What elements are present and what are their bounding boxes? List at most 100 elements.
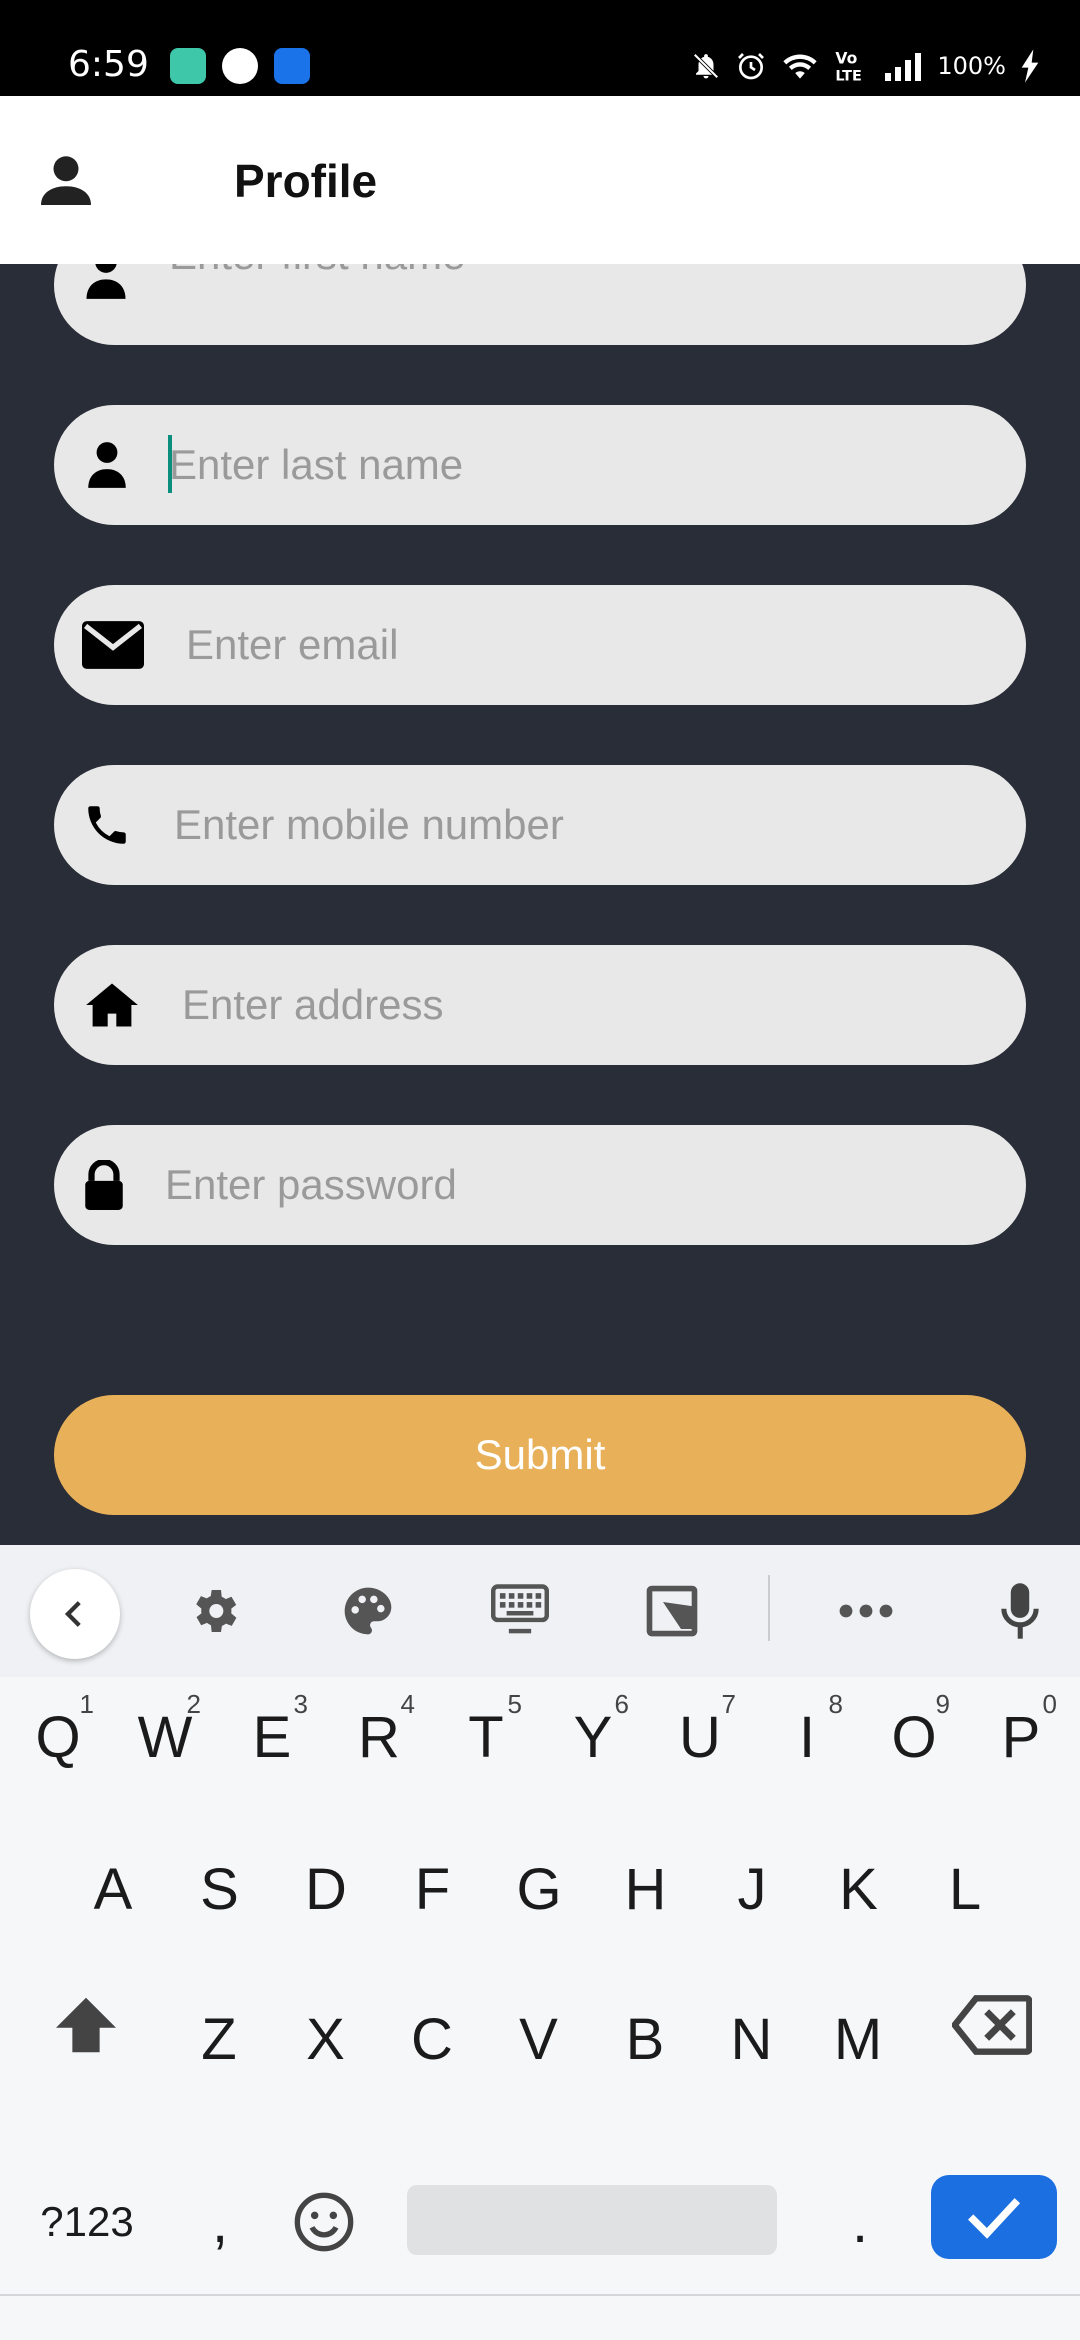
key-c[interactable]: C <box>382 1979 482 2099</box>
nav-divider <box>0 2294 1080 2296</box>
key-hint: 9 <box>935 1689 950 1719</box>
emoji-key[interactable] <box>274 2162 374 2282</box>
symbols-key[interactable]: ?123 <box>22 2162 152 2282</box>
email-input[interactable] <box>186 585 986 705</box>
key-label: I <box>798 1704 816 1770</box>
usb-icon <box>274 48 310 84</box>
key-q[interactable]: Q1 <box>8 1677 108 1797</box>
key-label: E <box>252 1704 292 1770</box>
email-field[interactable] <box>54 585 1026 705</box>
backspace-key[interactable] <box>942 1965 1042 2085</box>
key-hint: 8 <box>828 1689 843 1719</box>
key-g[interactable]: G <box>489 1829 589 1949</box>
address-field[interactable] <box>54 945 1026 1065</box>
key-hint: 7 <box>721 1689 736 1719</box>
lock-icon <box>85 1160 123 1210</box>
key-h[interactable]: H <box>596 1829 696 1949</box>
mobile-field[interactable] <box>54 765 1026 885</box>
key-hint: 2 <box>186 1689 201 1719</box>
mic-icon[interactable] <box>990 1581 1050 1641</box>
key-b[interactable]: B <box>595 1979 695 2099</box>
key-hint: 5 <box>507 1689 522 1719</box>
page-title: Profile <box>234 155 378 207</box>
key-label: W <box>137 1704 193 1770</box>
home-icon <box>86 983 138 1027</box>
key-o[interactable]: O9 <box>864 1677 964 1797</box>
palette-icon[interactable] <box>338 1581 398 1641</box>
key-j[interactable]: J <box>702 1829 802 1949</box>
key-label: Y <box>573 1704 613 1770</box>
key-a[interactable]: A <box>63 1829 163 1949</box>
key-hint: 6 <box>614 1689 629 1719</box>
wifi-icon <box>783 54 817 79</box>
status-icons: Vo LTE 100% <box>691 44 1040 88</box>
key-y[interactable]: Y6 <box>543 1677 643 1797</box>
last-name-field[interactable] <box>54 405 1026 525</box>
submit-button[interactable]: Submit <box>54 1395 1026 1515</box>
key-z[interactable]: Z <box>169 1979 269 2099</box>
mobile-input[interactable] <box>174 765 974 885</box>
address-input[interactable] <box>182 945 982 1065</box>
key-label: U <box>679 1704 721 1770</box>
keyboard-keys: ?123 , . Q1W2E3R4T5Y6U7I8O9P0ASDFGHJKLZX… <box>0 1677 1080 2340</box>
alarm-icon <box>738 53 765 80</box>
charging-icon <box>1021 49 1039 83</box>
phone-icon <box>88 806 126 844</box>
key-n[interactable]: N <box>702 1979 802 2099</box>
svg-text:LTE: LTE <box>836 68 862 84</box>
key-hint: 3 <box>293 1689 308 1719</box>
toolbar-divider <box>768 1575 770 1641</box>
key-p[interactable]: P0 <box>971 1677 1071 1797</box>
notifications-off-icon <box>693 53 719 79</box>
settings-icon[interactable] <box>184 1581 244 1641</box>
shift-key[interactable] <box>36 1965 136 2085</box>
last-name-input[interactable] <box>169 405 969 525</box>
key-label: P <box>1001 1704 1041 1770</box>
period-key[interactable]: . <box>810 2162 910 2282</box>
battery-level: 100% <box>937 52 1006 80</box>
more-icon[interactable] <box>836 1581 896 1641</box>
key-hint: 0 <box>1042 1689 1057 1719</box>
signal-icon <box>885 53 922 81</box>
key-label: T <box>468 1704 504 1770</box>
app-bar-content: Profile <box>0 96 1080 264</box>
password-field[interactable] <box>54 1125 1026 1245</box>
soft-keyboard: ?123 , . Q1W2E3R4T5Y6U7I8O9P0ASDFGHJKLZX… <box>0 1545 1080 2340</box>
key-e[interactable]: E3 <box>222 1677 322 1797</box>
key-s[interactable]: S <box>170 1829 270 1949</box>
key-label: Q <box>35 1704 81 1770</box>
key-l[interactable]: L <box>915 1829 1015 1949</box>
key-u[interactable]: U7 <box>650 1677 750 1797</box>
key-i[interactable]: I8 <box>757 1677 857 1797</box>
envelope-icon <box>82 621 144 669</box>
keyboard-icon[interactable] <box>490 1581 550 1641</box>
key-k[interactable]: K <box>809 1829 909 1949</box>
status-bar: 6:59 Vo LTE 100% <box>0 0 1080 96</box>
app-icon-green <box>170 48 206 84</box>
key-label: O <box>891 1704 937 1770</box>
status-time: 6:59 <box>68 44 149 85</box>
key-r[interactable]: R4 <box>329 1677 429 1797</box>
enter-key[interactable] <box>931 2175 1057 2259</box>
person-icon[interactable] <box>36 150 96 210</box>
password-input[interactable] <box>165 1125 965 1245</box>
comma-key[interactable]: , <box>170 2162 270 2282</box>
key-hint: 4 <box>400 1689 415 1719</box>
back-icon[interactable] <box>30 1569 120 1659</box>
key-t[interactable]: T5 <box>436 1677 536 1797</box>
person-icon <box>88 442 126 488</box>
key-w[interactable]: W2 <box>115 1677 215 1797</box>
key-f[interactable]: F <box>383 1829 483 1949</box>
resize-icon[interactable] <box>642 1581 702 1641</box>
volte-icon: VoLTE <box>836 50 862 84</box>
svg-text:Vo: Vo <box>836 50 858 68</box>
key-v[interactable]: V <box>489 1979 589 2099</box>
key-hint: 1 <box>79 1689 94 1719</box>
key-m[interactable]: M <box>808 1979 908 2099</box>
space-key[interactable] <box>407 2185 777 2255</box>
keyboard-toolbar <box>0 1545 1080 1677</box>
key-x[interactable]: X <box>276 1979 376 2099</box>
key-d[interactable]: D <box>276 1829 376 1949</box>
phone-call-icon <box>222 48 258 84</box>
key-label: R <box>358 1704 400 1770</box>
